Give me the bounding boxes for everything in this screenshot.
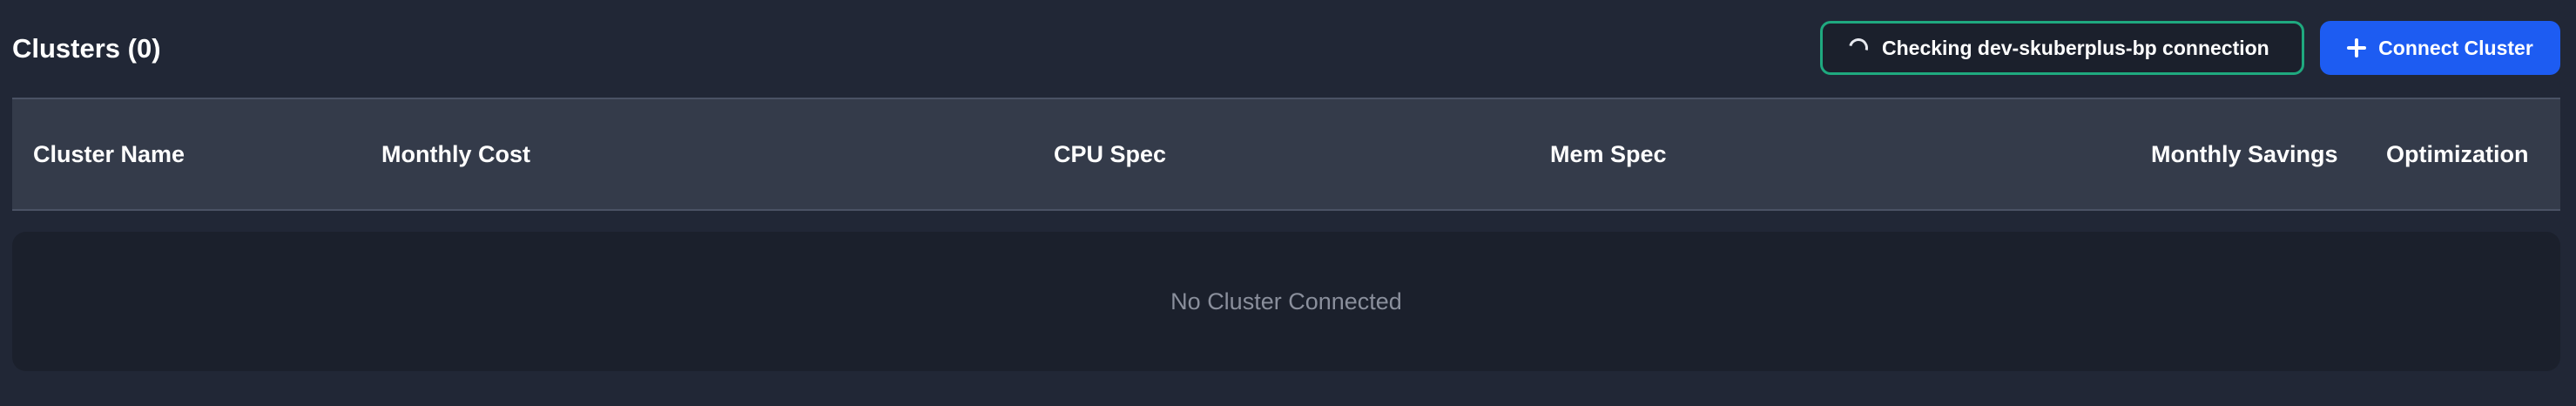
column-header-optimization[interactable]: Optimization — [2386, 99, 2529, 209]
empty-state-panel: No Cluster Connected — [12, 232, 2560, 371]
connection-status-badge: Checking dev-skuberplus-bp connection — [1820, 21, 2304, 75]
table-header: Cluster Name Monthly Cost CPU Spec Mem S… — [12, 98, 2560, 211]
column-header-mem-spec[interactable]: Mem Spec — [1550, 99, 1667, 209]
column-header-cluster-name[interactable]: Cluster Name — [33, 99, 185, 209]
column-header-monthly-cost[interactable]: Monthly Cost — [381, 99, 530, 209]
connect-cluster-button[interactable]: Connect Cluster — [2320, 21, 2560, 75]
spinner-icon — [1844, 34, 1872, 62]
clusters-page: Clusters (0) Checking dev-skuberplus-bp … — [0, 0, 2576, 406]
column-header-cpu-spec[interactable]: CPU Spec — [1054, 99, 1166, 209]
plus-icon — [2347, 38, 2367, 58]
connection-status-text: Checking dev-skuberplus-bp connection — [1882, 36, 2269, 59]
connect-cluster-label: Connect Cluster — [2378, 36, 2533, 59]
page-title: Clusters (0) — [12, 33, 161, 64]
column-header-monthly-savings[interactable]: Monthly Savings — [2151, 99, 2338, 209]
empty-state-message: No Cluster Connected — [1170, 288, 1402, 315]
